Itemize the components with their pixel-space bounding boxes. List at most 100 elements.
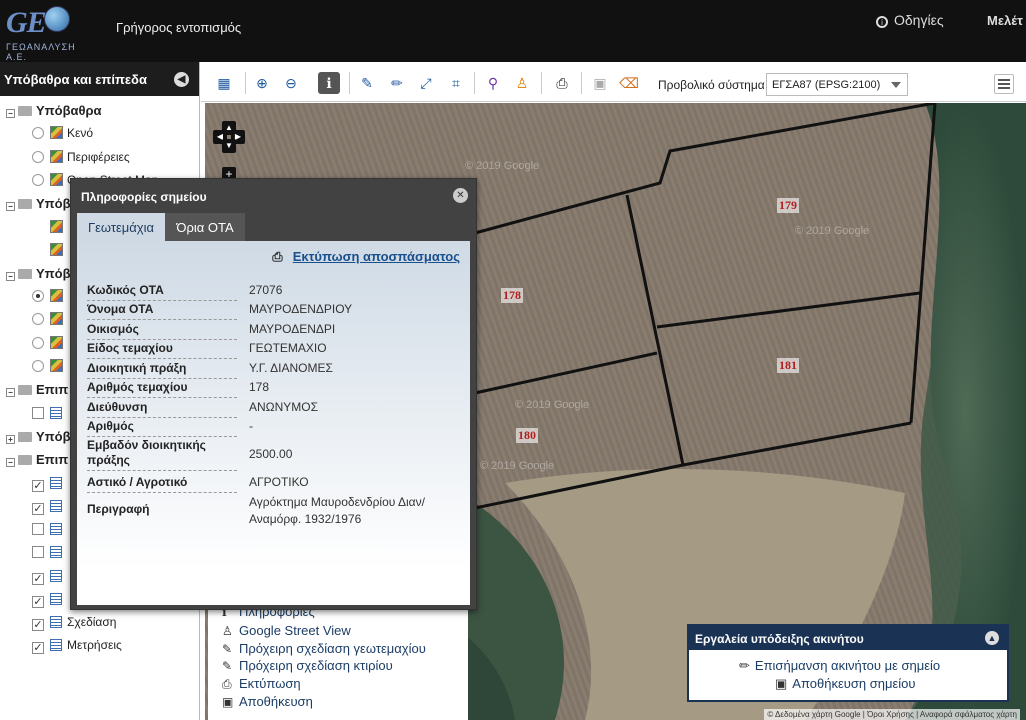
map-icon xyxy=(50,220,63,233)
tree-item[interactable]: ✓ xyxy=(32,569,67,589)
tree-item[interactable] xyxy=(32,359,67,379)
checkbox[interactable]: ✓ xyxy=(32,596,44,608)
collapse-sidebar-icon[interactable]: ◀ xyxy=(174,72,189,87)
layer-drawing[interactable]: ✓ Σχεδίαση xyxy=(32,615,116,635)
collapse-icon[interactable]: − xyxy=(6,202,15,211)
map-icon xyxy=(50,126,63,139)
layer-icon xyxy=(50,639,62,651)
layer-measurements[interactable]: ✓ Μετρήσεις xyxy=(32,638,122,658)
property-tools-panel: Εργαλεία υπόδειξης ακινήτου ▲ ✏ Επισήμανσ… xyxy=(687,624,1009,702)
map-toolbar: ▦ ⊕ ⊖ ℹ ✎ ✏ ⤢ ⌗ ⚲ ♙ ⎙ ▣ ⌫ Προβολικό σύστ… xyxy=(201,62,1026,102)
tree-group-6[interactable]: − Επιπ xyxy=(6,452,68,472)
basemap-empty[interactable]: Κενό xyxy=(32,126,93,146)
map-watermark: © 2019 Google xyxy=(795,225,870,237)
zoom-out-icon[interactable]: ⊖ xyxy=(280,72,302,94)
checkbox[interactable]: ✓ xyxy=(32,573,44,585)
zoom-in-icon[interactable]: ⊕ xyxy=(251,72,273,94)
map-attribution[interactable]: © Δεδομένα χάρτη Google | Όροι Χρήσης | … xyxy=(764,709,1020,720)
tree-item[interactable] xyxy=(32,545,67,565)
save-icon: ▣ xyxy=(222,695,234,709)
basemap-regions[interactable]: Περιφέρειες xyxy=(32,150,130,170)
help-label: Οδηγίες xyxy=(894,12,944,28)
quick-search-link[interactable]: Γρήγορος εντοπισμός xyxy=(116,20,241,35)
collapse-icon[interactable]: − xyxy=(6,272,15,281)
pan-down-icon[interactable]: ▼ xyxy=(222,139,236,153)
eraser-icon[interactable]: ⌫ xyxy=(618,72,640,94)
projection-select[interactable]: ΕΓΣΑ87 (EPSG:2100) xyxy=(766,73,908,96)
radio-button[interactable] xyxy=(32,151,44,163)
expand-icon[interactable]: + xyxy=(6,435,15,444)
tree-item[interactable] xyxy=(32,312,67,332)
study-menu[interactable]: Μελέτ xyxy=(987,13,1023,28)
checkbox[interactable] xyxy=(32,407,44,419)
save-icon[interactable]: ▣ xyxy=(589,72,611,94)
checkbox[interactable]: ✓ xyxy=(32,619,44,631)
tools-panel-header: Εργαλεία υπόδειξης ακινήτου ▲ xyxy=(689,626,1007,650)
geoanalysis-logo[interactable]: GE ΓΕΩΑΝΑΛΥΣΗ Α.Ε. xyxy=(2,2,94,62)
tree-group-basemaps[interactable]: − Υπόβαθρα xyxy=(6,103,102,123)
hamburger-menu-icon[interactable] xyxy=(994,74,1014,94)
tree-item[interactable]: ✓ xyxy=(32,499,67,519)
tree-item[interactable] xyxy=(50,243,67,263)
radio-button[interactable] xyxy=(32,313,44,325)
context-draw-parcel[interactable]: ✎ Πρόχειρη σχεδίαση γεωτεμαχίου xyxy=(222,641,426,659)
radio-button[interactable] xyxy=(32,290,44,302)
crop-icon[interactable]: ⌗ xyxy=(445,72,467,94)
sidebar-title: Υπόβαθρα και επίπεδα xyxy=(4,72,147,87)
tree-item[interactable]: ✓ xyxy=(32,592,67,612)
pencil-icon[interactable]: ✏ xyxy=(386,72,408,94)
context-print[interactable]: ⎙ Εκτύπωση xyxy=(222,676,301,694)
tab-municipality-bounds[interactable]: Όρια ΟΤΑ xyxy=(165,213,245,241)
chevron-up-icon[interactable]: ▲ xyxy=(985,631,999,645)
tree-item[interactable]: ✓ xyxy=(32,476,67,496)
print-extract-link[interactable]: ⎙ Εκτύπωση αποσπάσματος xyxy=(272,249,460,265)
logo-subtitle: ΓΕΩΑΝΑΛΥΣΗ Α.Ε. xyxy=(6,42,76,62)
tree-group-4[interactable]: − Επιπ xyxy=(6,382,68,402)
dialog-body: ⎙ Εκτύπωση αποσπάσματος Κωδικός ΟΤΑ 27076 … xyxy=(77,241,470,605)
tree-item[interactable] xyxy=(32,522,67,542)
map-icon xyxy=(50,150,63,163)
collapse-icon[interactable]: − xyxy=(6,109,15,118)
checkbox[interactable]: ✓ xyxy=(32,642,44,654)
radio-button[interactable] xyxy=(32,127,44,139)
parcel-label: 181 xyxy=(777,358,799,373)
tree-group-3[interactable]: − Υπόβ xyxy=(6,266,71,286)
map-icon xyxy=(50,312,63,325)
tree-group-5[interactable]: + Υπόβ xyxy=(6,429,71,449)
projection-label: Προβολικό σύστημα xyxy=(658,78,765,92)
checkbox[interactable] xyxy=(32,523,44,535)
top-bar: GE ΓΕΩΑΝΑΛΥΣΗ Α.Ε. Γρήγορος εντοπισμός i… xyxy=(0,0,1026,62)
print-icon[interactable]: ⎙ xyxy=(551,72,573,94)
save-point-button[interactable]: ▣ Αποθήκευση σημείου xyxy=(775,676,915,692)
mark-property-button[interactable]: ✏ Επισήμανση ακινήτου με σημείο xyxy=(739,658,940,674)
checkbox[interactable]: ✓ xyxy=(32,480,44,492)
collapse-icon[interactable]: − xyxy=(6,458,15,467)
help-link[interactable]: i Οδηγίες xyxy=(876,12,944,28)
checkbox[interactable]: ✓ xyxy=(32,503,44,515)
street-view-icon[interactable]: ♙ xyxy=(511,72,533,94)
map-watermark: © 2019 Google xyxy=(465,160,540,172)
folder-icon xyxy=(18,385,32,395)
expand-icon[interactable]: ⤢ xyxy=(415,72,437,94)
tree-item[interactable] xyxy=(32,406,67,426)
tree-item[interactable] xyxy=(32,336,67,356)
tree-group-2[interactable]: − Υπόβ xyxy=(6,196,71,216)
collapse-icon[interactable]: − xyxy=(6,388,15,397)
close-icon[interactable]: ✕ xyxy=(453,188,468,203)
map-marker-icon[interactable]: ⚲ xyxy=(482,72,504,94)
radio-button[interactable] xyxy=(32,360,44,372)
context-draw-building[interactable]: ✎ Πρόχειρη σχεδίαση κτιρίου xyxy=(222,658,393,676)
globe-icon xyxy=(44,6,70,32)
checkbox[interactable] xyxy=(32,546,44,558)
pan-control[interactable]: ▲ ◀ ▶ ▼ xyxy=(213,121,245,153)
radio-button[interactable] xyxy=(32,337,44,349)
tab-parcels[interactable]: Γεωτεμάχια xyxy=(77,213,165,241)
tree-item[interactable] xyxy=(50,220,67,240)
context-street-view[interactable]: ♙ Google Street View xyxy=(222,623,351,641)
radio-button[interactable] xyxy=(32,174,44,186)
edit-icon[interactable]: ✎ xyxy=(356,72,378,94)
info-tool-icon[interactable]: ℹ xyxy=(318,72,340,94)
tree-item[interactable] xyxy=(32,289,67,309)
context-save[interactable]: ▣ Αποθήκευση xyxy=(222,694,313,712)
grid-menu-icon[interactable]: ▦ xyxy=(213,72,235,94)
